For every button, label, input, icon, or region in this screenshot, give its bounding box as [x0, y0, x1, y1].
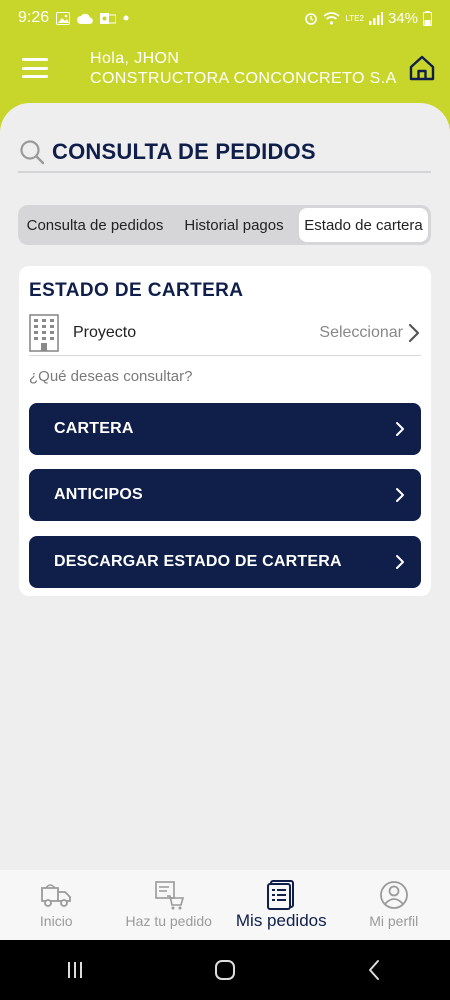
estado-cartera-card: ESTADO DE CARTERA Proyecto Seleccionar ¿…	[19, 266, 431, 596]
gallery-icon	[56, 11, 71, 25]
descargar-estado-cartera-button[interactable]: DESCARGAR ESTADO DE CARTERA	[29, 536, 421, 588]
battery-icon	[423, 10, 432, 26]
profile-icon	[379, 881, 408, 909]
home-system-icon[interactable]	[213, 958, 237, 982]
status-bar: 9:26 LTE2 34%	[0, 0, 450, 36]
greeting-block: Hola, JHON CONSTRUCTORA CONCONCRETO S.A	[90, 49, 397, 89]
system-nav-bar	[0, 940, 450, 1000]
signal-icon	[368, 11, 383, 25]
dot-icon	[123, 15, 129, 21]
nav-mi-perfil-label: Mi perfil	[369, 913, 419, 929]
battery-percent: 34%	[387, 9, 418, 27]
main-content: CONSULTA DE PEDIDOS Consulta de pedidos …	[0, 103, 450, 870]
cloud-icon	[77, 13, 93, 24]
nav-haz-tu-pedido-label: Haz tu pedido	[125, 913, 212, 929]
cartera-button-label: CARTERA	[54, 420, 134, 437]
project-label: Proyecto	[73, 323, 137, 341]
truck-icon	[41, 884, 72, 907]
page-title-row: CONSULTA DE PEDIDOS	[18, 133, 431, 173]
menu-icon[interactable]	[22, 58, 48, 78]
network-label: LTE2	[345, 13, 364, 23]
nav-haz-tu-pedido[interactable]: Haz tu pedido	[113, 870, 226, 940]
wifi-icon	[323, 11, 340, 25]
app-header: Hola, JHON CONSTRUCTORA CONCONCRETO S.A	[0, 36, 450, 106]
consult-question: ¿Qué deseas consultar?	[29, 368, 193, 385]
greeting-text: Hola, JHON	[90, 50, 180, 67]
nav-inicio-label: Inicio	[39, 913, 73, 929]
alarm-icon	[305, 13, 318, 25]
nav-mis-pedidos[interactable]: Mis pedidos	[225, 870, 338, 940]
cart-icon	[154, 881, 184, 910]
building-icon	[29, 313, 59, 352]
chevron-right-icon	[396, 555, 404, 569]
company-name: CONSTRUCTORA CONCONCRETO S.A	[90, 70, 397, 87]
tab-estado-cartera[interactable]: Estado de cartera	[299, 208, 428, 242]
descargar-button-label: DESCARGAR ESTADO DE CARTERA	[54, 553, 342, 570]
orders-icon	[267, 880, 295, 910]
anticipos-button-label: ANTICIPOS	[54, 486, 143, 503]
search-icon	[20, 140, 45, 165]
nav-mi-perfil[interactable]: Mi perfil	[338, 870, 450, 940]
project-selector[interactable]: Proyecto Seleccionar	[29, 310, 421, 356]
chevron-right-icon	[396, 488, 404, 502]
nav-inicio[interactable]: Inicio	[0, 870, 113, 940]
cartera-button[interactable]: CARTERA	[29, 403, 421, 455]
recent-apps-icon[interactable]	[63, 958, 87, 982]
page-title: CONSULTA DE PEDIDOS	[52, 139, 316, 164]
chevron-right-icon	[396, 422, 404, 436]
tab-bar: Consulta de pedidos Historial pagos Esta…	[18, 205, 431, 245]
bottom-nav: Inicio Haz tu pedido Mis pedidos Mi perf…	[0, 870, 450, 940]
card-title: ESTADO DE CARTERA	[29, 280, 244, 301]
home-icon[interactable]	[408, 54, 436, 82]
outlook-icon	[100, 12, 117, 24]
tab-consulta-pedidos[interactable]: Consulta de pedidos	[21, 208, 169, 242]
anticipos-button[interactable]: ANTICIPOS	[29, 469, 421, 521]
tab-historial-pagos[interactable]: Historial pagos	[169, 208, 299, 242]
status-time: 9:26	[18, 9, 50, 26]
nav-mis-pedidos-label: Mis pedidos	[235, 911, 327, 930]
back-icon[interactable]	[363, 958, 387, 982]
project-select-value: Seleccionar	[319, 323, 403, 341]
chevron-right-icon	[408, 323, 420, 342]
